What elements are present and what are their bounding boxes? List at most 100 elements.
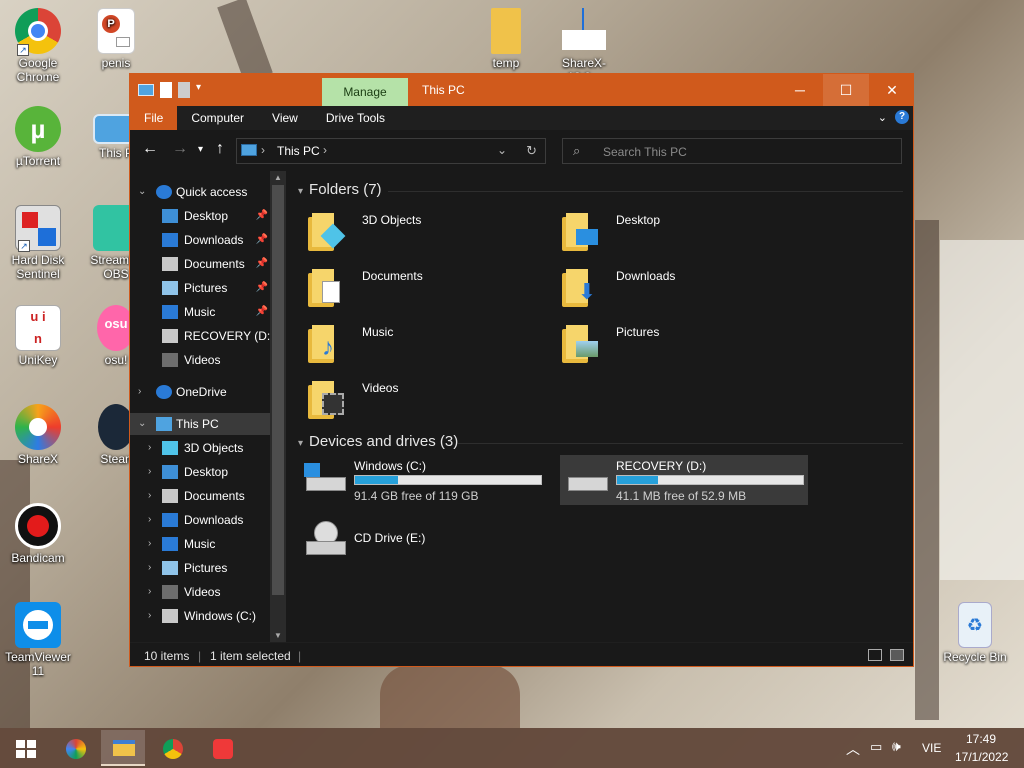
folder-tile[interactable]: 3D Objects (288, 207, 538, 257)
nav-item[interactable]: › Videos (130, 581, 286, 603)
folder-tile[interactable]: ♪ Music (288, 319, 538, 369)
nav-item[interactable]: Music 📌 (130, 301, 286, 323)
drives-group-header[interactable]: ▾ Devices and drives (3) (298, 433, 458, 450)
nav-item[interactable]: Desktop 📌 (130, 205, 286, 227)
nav-item[interactable]: ⌄ This PC (130, 413, 286, 435)
recent-locations-button[interactable]: ▾ (198, 144, 203, 155)
drive-tile[interactable]: Windows (C:) 91.4 GB free of 119 GB (298, 455, 546, 505)
nav-item[interactable]: RECOVERY (D:) (130, 325, 286, 347)
chevron-right-icon[interactable]: › (148, 557, 151, 579)
chevron-right-icon[interactable]: › (148, 437, 151, 459)
desktop-icon-sharex[interactable]: ShareX (0, 404, 76, 466)
clock-date[interactable]: 17/1/2022 (955, 750, 1008, 764)
chevron-right-icon[interactable]: › (148, 485, 151, 507)
desktop-icon-temp[interactable]: temp (468, 8, 544, 70)
nav-item[interactable]: › Music (130, 533, 286, 555)
chevron-right-icon[interactable]: › (138, 381, 141, 403)
scroll-up-icon[interactable]: ▲ (270, 173, 286, 182)
title-bar[interactable]: ▾ Manage This PC ─ ☐ ✕ (130, 74, 913, 106)
folder-tile[interactable]: Pictures (542, 319, 792, 369)
nav-item[interactable]: › Desktop (130, 461, 286, 483)
properties-icon[interactable] (160, 82, 172, 98)
tab-view[interactable]: View (258, 106, 312, 130)
chevron-right-icon[interactable]: › (148, 605, 151, 627)
chevron-right-icon[interactable]: › (148, 533, 151, 555)
download-arrow-icon: ⬇ (577, 279, 597, 304)
taskbar-file-explorer[interactable] (101, 730, 145, 766)
wallpaper-window (940, 240, 1024, 580)
address-dropdown-icon[interactable]: ⌄ (497, 143, 507, 157)
desktop-icon-teamviewer[interactable]: TeamViewer 11 (0, 602, 76, 678)
start-button[interactable] (4, 730, 48, 766)
taskbar-vivaldi[interactable] (201, 730, 245, 766)
close-button[interactable]: ✕ (869, 74, 915, 106)
scroll-down-icon[interactable]: ▼ (270, 631, 286, 640)
nav-item[interactable]: Pictures 📌 (130, 277, 286, 299)
folder-tile[interactable]: Videos (288, 375, 538, 425)
scrollbar-thumb[interactable] (272, 185, 284, 595)
address-bar[interactable]: › This PC › ⌄ ↻ (236, 138, 546, 164)
network-icon[interactable]: ▭ (870, 739, 882, 755)
help-icon[interactable]: ? (895, 110, 909, 124)
nav-item[interactable]: Documents 📌 (130, 253, 286, 275)
nav-item[interactable]: Videos (130, 349, 286, 371)
chevron-right-icon[interactable]: › (148, 509, 151, 531)
minimize-button[interactable]: ─ (777, 74, 823, 106)
nav-item[interactable]: › Downloads (130, 509, 286, 531)
input-language-indicator[interactable]: VIE (922, 741, 941, 755)
nav-item[interactable]: Downloads 📌 (130, 229, 286, 251)
folder-tile[interactable]: ⬇ Downloads (542, 263, 792, 313)
manage-contextual-tab[interactable]: Manage (322, 78, 408, 106)
taskbar-chrome[interactable] (151, 730, 195, 766)
drive-tile[interactable]: RECOVERY (D:) 41.1 MB free of 52.9 MB (560, 455, 808, 505)
pictures-icon (162, 281, 178, 295)
desktop-icon-hard-disk-sentinel[interactable]: ↗ Hard Disk Sentinel (0, 205, 76, 281)
film-icon (322, 393, 344, 415)
drive-tile[interactable]: CD Drive (E:) (298, 517, 546, 567)
breadcrumb-separator-icon[interactable]: › (323, 143, 327, 157)
clock-time[interactable]: 17:49 (966, 732, 996, 746)
details-view-icon[interactable] (868, 649, 882, 661)
desktop-icon-penis[interactable]: P penis (78, 8, 154, 70)
address-location[interactable]: This PC (277, 144, 320, 158)
volume-icon[interactable]: 🕪 (892, 738, 901, 755)
forward-button[interactable]: → (172, 140, 188, 158)
desktop-icon-utorrent[interactable]: µ µTorrent (0, 106, 76, 168)
nav-item[interactable]: › Documents (130, 485, 286, 507)
desktop-icon-recycle-bin[interactable]: ♻ Recycle Bin (937, 602, 1013, 664)
nav-item[interactable]: ⌄ Quick access (130, 181, 286, 203)
desktop-icon-bandicam[interactable]: Bandicam (0, 503, 76, 565)
folder-tile[interactable]: Documents (288, 263, 538, 313)
large-icons-view-icon[interactable] (890, 649, 904, 661)
chevron-down-icon[interactable]: ▾ (298, 438, 303, 449)
folders-group-header[interactable]: ▾ Folders (7) (298, 181, 382, 198)
nav-item[interactable]: › Windows (C:) (130, 605, 286, 627)
navigation-pane-scrollbar[interactable]: ▲ ▼ (270, 171, 286, 642)
folder-tile[interactable]: Desktop (542, 207, 792, 257)
tab-file[interactable]: File (130, 106, 178, 130)
tab-computer[interactable]: Computer (177, 106, 258, 130)
bandicam-icon (15, 503, 61, 549)
nav-item[interactable]: › 3D Objects (130, 437, 286, 459)
tab-drive-tools[interactable]: Drive Tools (312, 106, 399, 130)
chevron-right-icon[interactable]: › (148, 581, 151, 603)
maximize-button[interactable]: ☐ (823, 74, 869, 106)
desktop-icon-unikey[interactable]: u in UniKey (0, 305, 76, 367)
expand-ribbon-icon[interactable]: ⌄ (878, 111, 887, 124)
search-box[interactable]: ⌕ Search This PC (562, 138, 902, 164)
chevron-down-icon[interactable]: ⌄ (138, 413, 146, 435)
nav-item[interactable]: › Pictures (130, 557, 286, 579)
show-hidden-icons-icon[interactable]: ︿ (846, 739, 860, 759)
chevron-right-icon[interactable]: › (148, 461, 151, 483)
up-button[interactable]: ↑ (216, 140, 224, 158)
refresh-icon[interactable]: ↻ (526, 143, 537, 159)
customize-toolbar-icon[interactable]: ▾ (196, 82, 206, 98)
nav-item[interactable]: › OneDrive (130, 381, 286, 403)
back-button[interactable]: ← (142, 140, 158, 158)
chevron-down-icon[interactable]: ⌄ (138, 181, 146, 203)
cortana-button[interactable] (54, 730, 98, 766)
pin-icon: 📌 (255, 210, 268, 221)
chevron-down-icon[interactable]: ▾ (298, 186, 303, 197)
desktop-icon-chrome[interactable]: ↗ Google Chrome (0, 8, 76, 84)
new-folder-icon[interactable] (178, 82, 190, 98)
